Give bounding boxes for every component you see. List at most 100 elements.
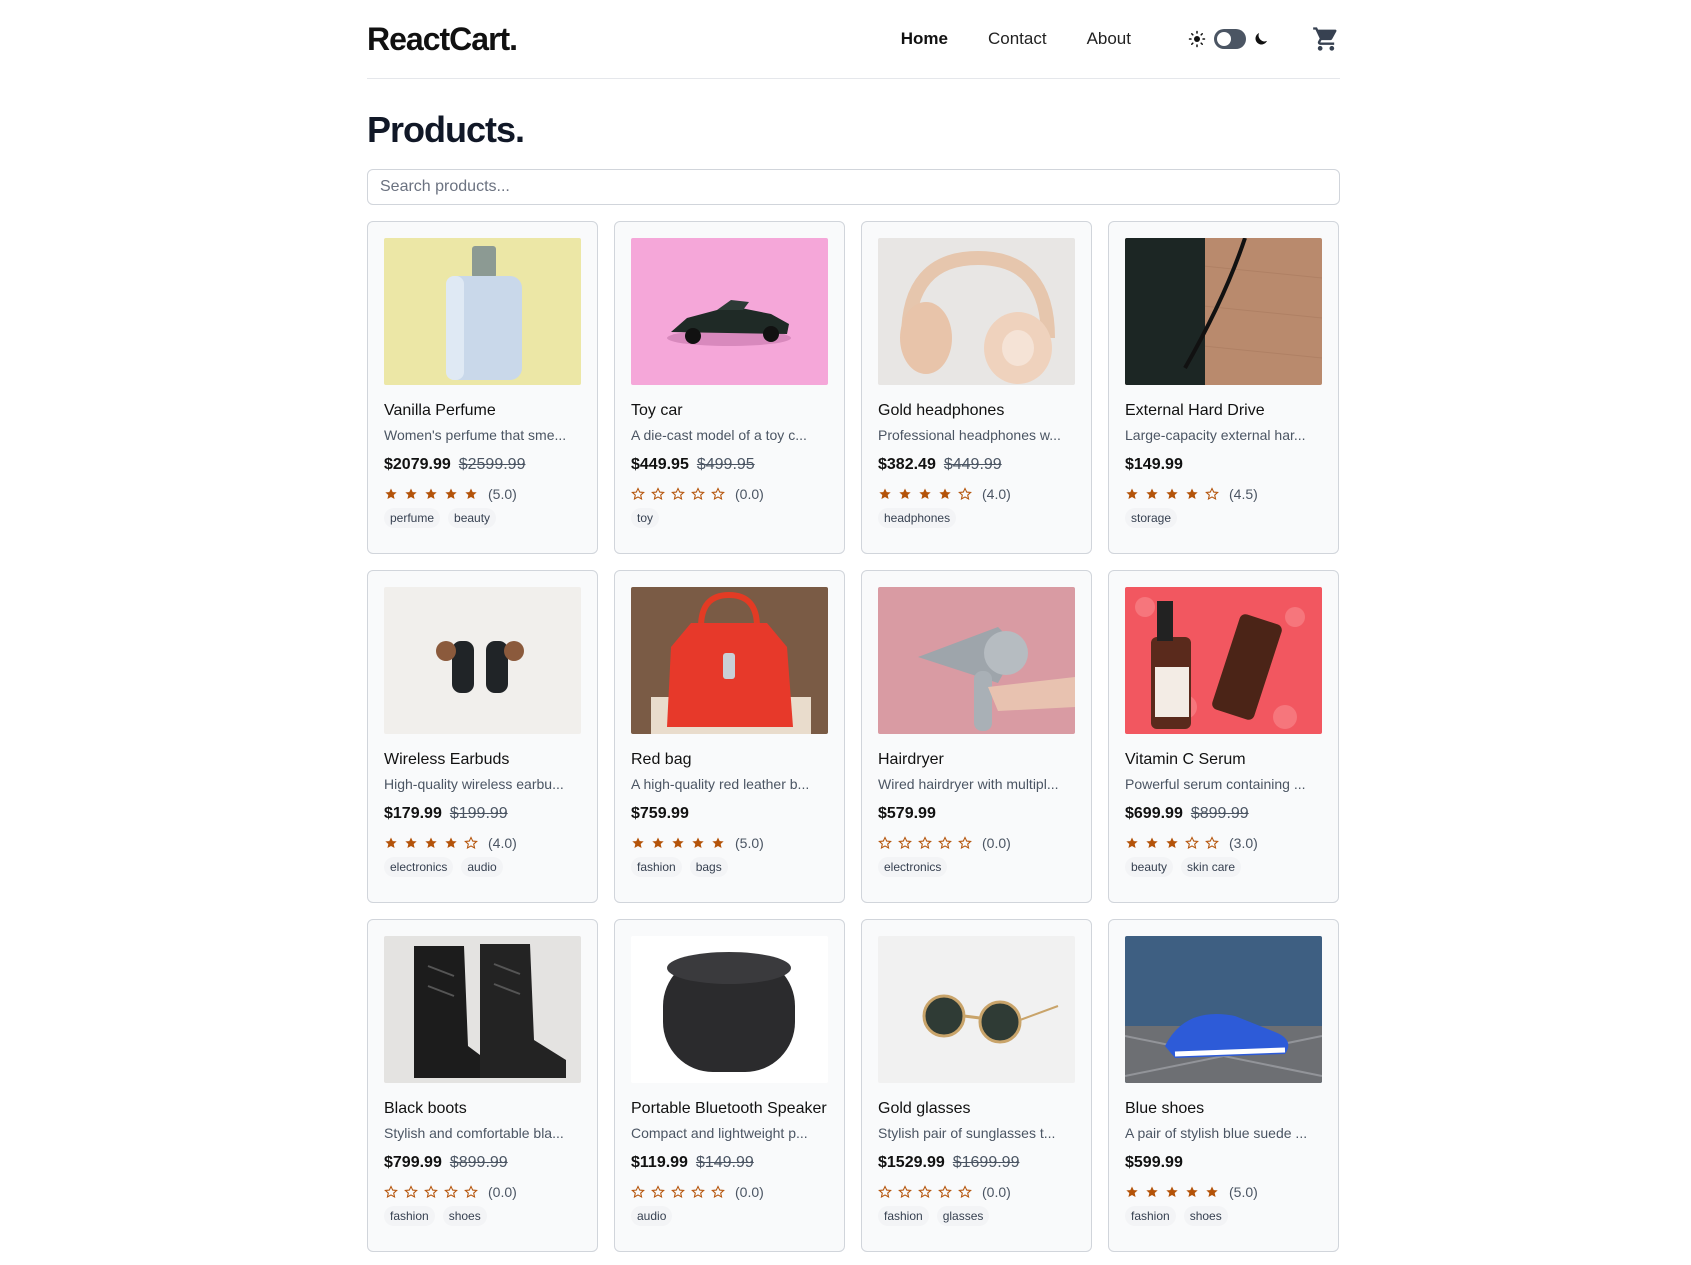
product-tags: storage [1125, 508, 1322, 528]
rating-stars [1125, 487, 1225, 501]
product-card[interactable]: Hairdryer Wired hairdryer with multipl...… [861, 570, 1092, 903]
product-title[interactable]: Toy car [631, 399, 828, 423]
product-card[interactable]: Wireless Earbuds High-quality wireless ea… [367, 570, 598, 903]
product-description: Powerful serum containing ... [1125, 776, 1306, 792]
product-tags: beauty skin care [1125, 857, 1322, 877]
star-icon [938, 1185, 952, 1198]
product-image[interactable] [631, 587, 828, 734]
rating-value: (4.0) [488, 835, 517, 851]
rating-stars [878, 836, 978, 850]
product-card[interactable]: Gold glasses Stylish pair of sunglasses t… [861, 919, 1092, 1252]
star-icon [691, 487, 705, 500]
star-icon [424, 1185, 438, 1198]
product-description: Wired hairdryer with multipl... [878, 776, 1059, 792]
star-icon [1126, 1186, 1138, 1197]
product-prices: $799.99 $899.99 [384, 1154, 581, 1172]
product-title[interactable]: Portable Bluetooth Speaker [631, 1097, 828, 1121]
product-tags: audio [631, 1206, 828, 1226]
product-card[interactable]: External Hard Drive Large-capacity extern… [1108, 221, 1339, 554]
product-prices: $699.99 $899.99 [1125, 805, 1322, 823]
nav-home-link[interactable]: Home [901, 29, 948, 49]
product-tags: perfume beauty [384, 508, 581, 528]
product-card[interactable]: Vanilla Perfume Women's perfume that sme.… [367, 221, 598, 554]
product-image[interactable] [878, 587, 1075, 734]
product-title[interactable]: Black boots [384, 1097, 581, 1121]
product-title[interactable]: External Hard Drive [1125, 399, 1322, 423]
product-image[interactable] [1125, 238, 1322, 385]
product-prices: $1529.99 $1699.99 [878, 1154, 1075, 1172]
star-icon [425, 837, 437, 848]
tag-badge: audio [461, 857, 503, 877]
product-image[interactable] [878, 936, 1075, 1083]
product-original-price: $449.99 [943, 456, 1002, 473]
product-card[interactable]: Toy car A die-cast model of a toy c... $44… [614, 221, 845, 554]
product-title[interactable]: Wireless Earbuds [384, 748, 581, 772]
product-title[interactable]: Vanilla Perfume [384, 399, 581, 423]
tag-badge: beauty [448, 508, 497, 528]
product-image[interactable] [631, 238, 828, 385]
nav-contact-link[interactable]: Contact [988, 29, 1047, 49]
product-card[interactable]: Black boots Stylish and comfortable bla..… [367, 919, 598, 1252]
product-image[interactable] [1125, 587, 1322, 734]
tag-badge: glasses [936, 1206, 990, 1226]
product-description: Large-capacity external har... [1125, 427, 1306, 443]
rating-stars [631, 1185, 731, 1199]
product-prices: $119.99 $149.99 [631, 1154, 828, 1172]
brand-logo[interactable]: ReactCart. [367, 21, 518, 58]
nav-about-link[interactable]: About [1087, 29, 1131, 49]
star-icon [1166, 837, 1178, 848]
rating-value: (3.0) [1229, 835, 1258, 851]
product-title[interactable]: Gold glasses [878, 1097, 1075, 1121]
product-title[interactable]: Vitamin C Serum [1125, 748, 1322, 772]
product-title[interactable]: Blue shoes [1125, 1097, 1322, 1121]
rating-value: (4.5) [1229, 486, 1258, 502]
product-card[interactable]: Vitamin C Serum Powerful serum containing… [1108, 570, 1339, 903]
product-image[interactable] [631, 936, 828, 1083]
rating-stars [1125, 836, 1225, 850]
star-icon [465, 488, 477, 499]
star-icon [1166, 488, 1178, 499]
product-description: Compact and lightweight p... [631, 1125, 808, 1141]
search-input[interactable] [367, 169, 1340, 205]
product-card[interactable]: Gold headphones Professional headphones w… [861, 221, 1092, 554]
product-card[interactable]: Red bag A high-quality red leather b... $7… [614, 570, 845, 903]
product-title[interactable]: Red bag [631, 748, 828, 772]
product-rating: (5.0) [631, 835, 828, 851]
star-icon [1146, 837, 1158, 848]
product-prices: $2079.99 $2599.99 [384, 456, 581, 474]
product-rating: (0.0) [631, 1184, 828, 1200]
star-icon [671, 1185, 685, 1198]
product-title[interactable]: Gold headphones [878, 399, 1075, 423]
product-image[interactable] [384, 238, 581, 385]
toggle-knob [1217, 32, 1231, 46]
theme-switcher [1188, 29, 1270, 49]
star-icon [958, 1185, 972, 1198]
star-icon [712, 837, 724, 848]
shopping-cart-icon[interactable] [1312, 25, 1340, 53]
product-card[interactable]: Portable Bluetooth Speaker Compact and li… [614, 919, 845, 1252]
star-icon [939, 488, 951, 499]
rating-value: (0.0) [488, 1184, 517, 1200]
product-image[interactable] [1125, 936, 1322, 1083]
star-icon [1146, 1186, 1158, 1197]
product-card[interactable]: Blue shoes A pair of stylish blue suede .… [1108, 919, 1339, 1252]
star-icon [878, 1185, 892, 1198]
product-description: High-quality wireless earbu... [384, 776, 564, 792]
star-icon [1205, 836, 1219, 849]
product-prices: $382.49 $449.99 [878, 456, 1075, 474]
product-image[interactable] [384, 587, 581, 734]
product-prices: $579.99 [878, 805, 1075, 823]
product-title[interactable]: Hairdryer [878, 748, 1075, 772]
star-icon [464, 836, 478, 849]
product-image[interactable] [878, 238, 1075, 385]
star-icon [631, 1185, 645, 1198]
product-tags: fashion glasses [878, 1206, 1075, 1226]
theme-toggle[interactable] [1214, 29, 1246, 49]
product-prices: $179.99 $199.99 [384, 805, 581, 823]
product-image[interactable] [384, 936, 581, 1083]
star-icon [938, 836, 952, 849]
star-icon [444, 1185, 458, 1198]
star-icon [958, 836, 972, 849]
rating-stars [631, 836, 731, 850]
tag-badge: electronics [878, 857, 948, 877]
